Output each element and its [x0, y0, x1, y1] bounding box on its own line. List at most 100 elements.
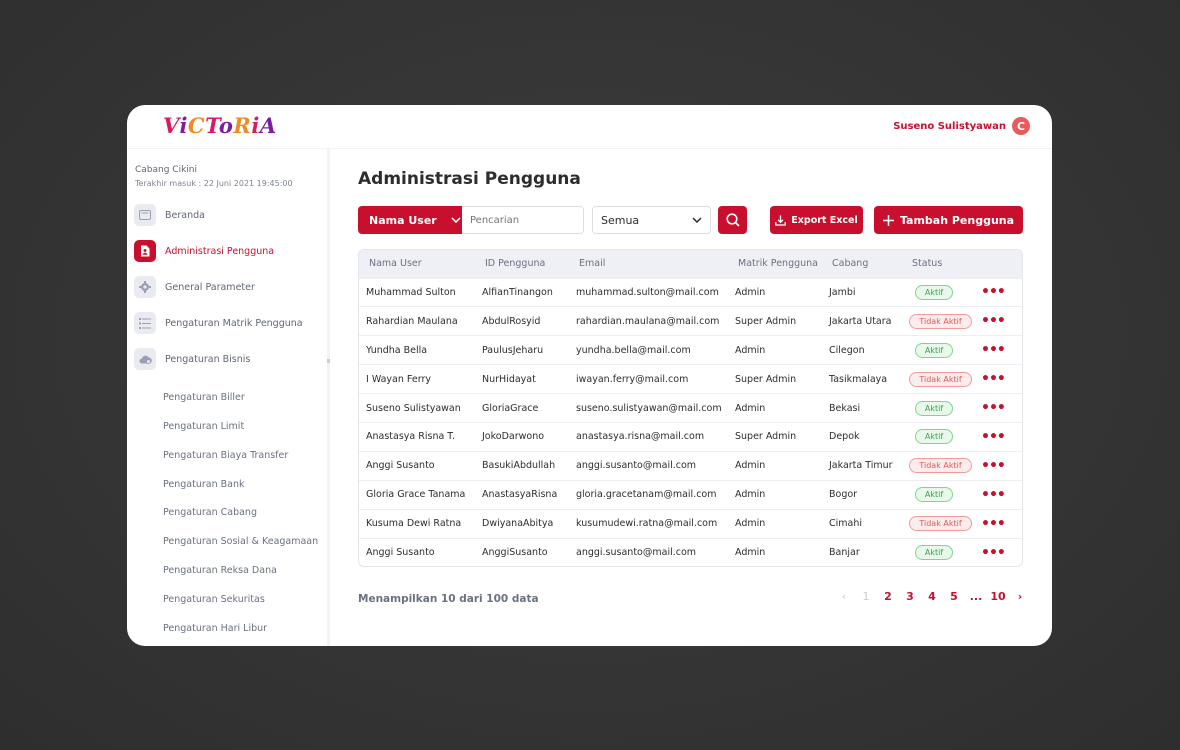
- victoria-logo[interactable]: ViCToRiA: [163, 113, 277, 138]
- submenu-item[interactable]: Pengaturan Reksa Dana: [163, 565, 277, 576]
- submenu-item[interactable]: Pengaturan Cabang: [163, 507, 257, 518]
- sidebar-item-general-parameter[interactable]: General Parameter: [134, 276, 255, 298]
- cell-actions: •••: [974, 538, 1022, 566]
- branch-name: Cabang Cikini: [135, 165, 198, 175]
- next-page-button[interactable]: ›: [1009, 590, 1031, 603]
- cell-user-id: JokoDarwono: [482, 431, 545, 443]
- cell-status: Tidak Aktif: [902, 307, 974, 336]
- submenu-item[interactable]: Pengaturan Biaya Transfer: [163, 450, 288, 461]
- cell-role: Admin: [735, 344, 766, 356]
- submenu-item[interactable]: Pengaturan Bank: [163, 479, 244, 490]
- add-label: Tambah Pengguna: [899, 213, 1015, 227]
- column-header[interactable]: ID Pengguna: [475, 250, 569, 278]
- table-row[interactable]: Yundha Bella PaulusJeharu yundha.bella@mai…: [359, 335, 1022, 365]
- cell-actions: •••: [974, 365, 1022, 394]
- table-row[interactable]: Rahardian Maulana AbdulRosyid rahardian.ma…: [359, 306, 1022, 336]
- cell-email: anastasya.risna@mail.com: [576, 431, 705, 443]
- cell-name: Gloria Grace Tanama: [366, 489, 466, 501]
- column-header[interactable]: Nama User: [359, 250, 475, 278]
- column-header[interactable]: Cabang: [822, 250, 902, 278]
- cell-actions: •••: [974, 509, 1022, 538]
- column-header-actions: [974, 250, 1022, 278]
- table-row[interactable]: Muhammad Sulton AlfianTinangon muhammad.su…: [359, 278, 1022, 307]
- cell-role: Admin: [735, 489, 766, 501]
- more-options-icon[interactable]: •••: [981, 545, 1006, 561]
- cell-status: Tidak Aktif: [902, 509, 974, 538]
- cell-name: Suseno Sulistyawan: [366, 402, 461, 414]
- prev-page-button[interactable]: ‹: [833, 590, 855, 603]
- cell-actions: •••: [974, 278, 1022, 307]
- more-options-icon[interactable]: •••: [981, 313, 1006, 329]
- search-input[interactable]: [462, 206, 584, 234]
- status-badge: Tidak Aktif: [909, 458, 972, 474]
- sidebar-item-administrasi-pengguna[interactable]: Administrasi Pengguna: [134, 240, 274, 262]
- table-row[interactable]: Anggi Susanto BasukiAbdullah anggi.susanto…: [359, 451, 1022, 480]
- submenu-item[interactable]: Pengaturan Sosial & Keagamaan: [163, 536, 318, 547]
- filter-field-dropdown[interactable]: Nama User: [358, 206, 462, 234]
- cell-status: Aktif: [902, 422, 974, 451]
- sidebar-item-beranda[interactable]: Beranda: [134, 204, 205, 226]
- more-options-icon[interactable]: •••: [981, 429, 1006, 445]
- cell-name: I Wayan Ferry: [366, 373, 431, 385]
- submenu-item[interactable]: Pengaturan Hari Libur: [163, 623, 267, 634]
- page-button[interactable]: 2: [877, 590, 899, 603]
- cell-actions: •••: [974, 336, 1022, 365]
- more-options-icon[interactable]: •••: [981, 400, 1006, 416]
- cell-actions: •••: [974, 451, 1022, 480]
- add-user-button[interactable]: Tambah Pengguna: [874, 206, 1023, 234]
- user-menu[interactable]: Suseno Sulistyawan C: [893, 117, 1030, 135]
- export-excel-button[interactable]: Export Excel: [770, 206, 863, 234]
- cell-branch: Cimahi: [829, 518, 863, 530]
- cell-user-id: DwiyanaAbitya: [482, 518, 554, 530]
- table-row[interactable]: I Wayan Ferry NurHidayat iwayan.ferry@mail…: [359, 364, 1022, 394]
- table-row[interactable]: Anggi Susanto AnggiSusanto anggi.susanto@m…: [359, 538, 1022, 566]
- users-table: Nama User ID Pengguna Email Matrik Pengg…: [358, 249, 1023, 567]
- cell-email: rahardian.maulana@mail.com: [576, 315, 720, 327]
- column-header[interactable]: Email: [569, 250, 728, 278]
- sidebar-item-label: Pengaturan Bisnis: [165, 353, 251, 365]
- page-button[interactable]: 5: [943, 590, 965, 603]
- avatar[interactable]: C: [1012, 117, 1030, 135]
- more-options-icon[interactable]: •••: [981, 371, 1006, 387]
- collapse-handle[interactable]: [327, 359, 330, 363]
- table-row[interactable]: Suseno Sulistyawan GloriaGrace suseno.suli…: [359, 393, 1022, 423]
- submenu-item[interactable]: Pengaturan Sekuritas: [163, 594, 265, 605]
- top-bar: ViCToRiA Suseno Sulistyawan C: [127, 105, 1052, 149]
- page-button[interactable]: 10: [987, 590, 1009, 603]
- cell-user-id: PaulusJeharu: [482, 344, 544, 356]
- more-options-icon[interactable]: •••: [981, 458, 1006, 474]
- status-select[interactable]: Semua: [592, 206, 711, 234]
- sidebar-item-label: Beranda: [165, 209, 205, 221]
- page-button[interactable]: 1: [855, 590, 877, 603]
- more-options-icon[interactable]: •••: [981, 284, 1006, 300]
- table-row[interactable]: Kusuma Dewi Ratna DwiyanaAbitya kusumudewi…: [359, 509, 1022, 538]
- app-window: ViCToRiA Suseno Sulistyawan C Cabang Cik…: [127, 105, 1052, 646]
- sidebar: Cabang Cikini Terakhir masuk : 22 Juni 2…: [127, 149, 330, 646]
- column-header[interactable]: Status: [902, 250, 974, 278]
- more-options-icon[interactable]: •••: [981, 487, 1006, 503]
- cloud-gear-icon: [134, 348, 156, 370]
- sidebar-item-matrik-pengguna[interactable]: Pengaturan Matrik Pengguna: [134, 312, 303, 334]
- column-header[interactable]: Matrik Pengguna: [728, 250, 822, 278]
- cell-role: Super Admin: [735, 373, 797, 385]
- sidebar-item-pengaturan-bisnis[interactable]: Pengaturan Bisnis: [134, 348, 250, 370]
- submenu-item[interactable]: Pengaturan Biller: [163, 392, 245, 403]
- table-header: Nama User ID Pengguna Email Matrik Pengg…: [359, 250, 1022, 278]
- page-button[interactable]: 4: [921, 590, 943, 603]
- table-row[interactable]: Gloria Grace Tanama AnastasyaRisna gloria.…: [359, 480, 1022, 509]
- cell-actions: •••: [974, 394, 1022, 423]
- cell-email: muhammad.sulton@mail.com: [576, 286, 719, 298]
- cell-user-id: AbdulRosyid: [482, 315, 541, 327]
- submenu-item[interactable]: Pengaturan Limit: [163, 421, 244, 432]
- more-options-icon[interactable]: •••: [981, 516, 1006, 532]
- sidebar-item-label: Pengaturan Matrik Pengguna: [165, 317, 303, 329]
- more-options-icon[interactable]: •••: [981, 342, 1006, 358]
- table-row[interactable]: Anastasya Risna T. JokoDarwono anastasya.r…: [359, 422, 1022, 451]
- select-value: Semua: [601, 213, 640, 227]
- status-badge: Tidak Aktif: [909, 516, 972, 532]
- status-badge: Aktif: [915, 342, 953, 358]
- page-button[interactable]: 3: [899, 590, 921, 603]
- search-icon: [725, 213, 740, 227]
- cell-user-id: AnastasyaRisna: [482, 489, 558, 501]
- search-button[interactable]: [718, 206, 747, 234]
